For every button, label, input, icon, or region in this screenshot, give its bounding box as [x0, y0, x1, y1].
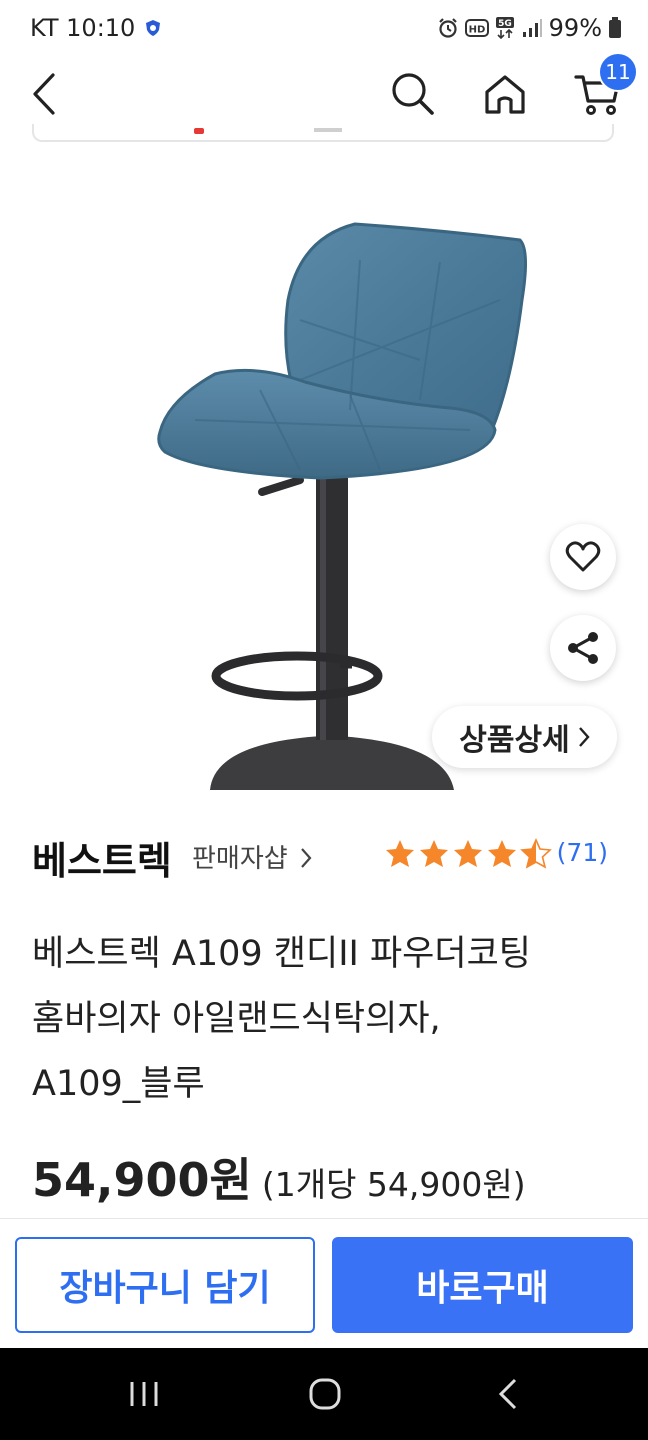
banner-strip-red [194, 128, 204, 134]
chevron-right-icon [301, 848, 312, 868]
banner-strip [32, 124, 614, 142]
cart-count-badge: 11 [598, 52, 638, 92]
battery-icon [609, 17, 621, 38]
bottom-action-bar: 장바구니 담기 바로구매 [0, 1218, 648, 1349]
5g-icon: 5G [495, 17, 514, 40]
wishlist-button[interactable] [550, 524, 616, 590]
share-button[interactable] [550, 615, 616, 681]
chevron-right-icon [578, 727, 590, 747]
back-icon [33, 73, 55, 115]
brand-name[interactable]: 베스트렉 [32, 830, 172, 885]
star-icon [454, 840, 482, 867]
home-circle-icon [309, 1378, 341, 1410]
battery-percent: 99% [548, 14, 602, 42]
status-bar: KT 10:10 HD 5G 99% [0, 0, 648, 58]
status-left: KT 10:10 [30, 14, 161, 42]
review-count[interactable]: (71) [557, 838, 608, 867]
shield-icon [146, 20, 161, 36]
product-image[interactable] [0, 142, 648, 790]
seller-shop-label: 판매자샵 [192, 844, 288, 874]
home-button[interactable] [473, 62, 537, 126]
bar-stool-image [157, 222, 527, 790]
recent-apps-button[interactable] [114, 1368, 174, 1420]
seller-row: 베스트렉 판매자샵 (71) [32, 826, 616, 885]
home-icon [485, 75, 525, 114]
back-arrow-icon [498, 1378, 517, 1410]
add-to-cart-button[interactable]: 장바구니 담기 [15, 1237, 315, 1333]
price-row: 54,900원 (1개당 54,900원) [32, 1144, 526, 1210]
share-icon [568, 632, 598, 664]
half-star-icon [520, 838, 552, 869]
buy-now-button[interactable]: 바로구매 [332, 1237, 633, 1333]
product-price: 54,900원 [32, 1153, 252, 1207]
banner-strip-gray [314, 128, 342, 132]
product-title: 베스트렉 A109 캔디II 파우더코팅 홈바의자 아일랜드식탁의자, A109… [32, 934, 531, 1104]
recent-apps-icon [130, 1382, 158, 1406]
system-nav-bar [0, 1348, 648, 1440]
rating-stars[interactable] [384, 838, 552, 870]
product-detail-button[interactable]: 상품상세 [432, 706, 617, 768]
search-button[interactable] [381, 62, 445, 126]
star-icon [488, 840, 516, 867]
svg-text:5G: 5G [498, 19, 512, 29]
star-icon [386, 840, 414, 867]
signal-icon [522, 19, 542, 37]
unit-price: (1개당 54,900원) [261, 1165, 526, 1204]
seller-shop-link[interactable]: 판매자샵 [192, 838, 312, 875]
search-icon [392, 73, 434, 115]
svg-text:HD: HD [468, 25, 485, 36]
status-right: HD 5G 99% [437, 14, 622, 42]
system-back-button[interactable] [478, 1368, 538, 1420]
top-header [0, 58, 648, 130]
star-icon [420, 840, 448, 867]
back-button[interactable] [12, 62, 76, 126]
heart-icon [565, 541, 601, 572]
carrier-time: KT 10:10 [30, 14, 136, 42]
product-detail-label: 상품상세 [459, 723, 570, 758]
alarm-icon [438, 18, 457, 38]
system-home-button[interactable] [295, 1368, 355, 1420]
hd-icon: HD [464, 19, 489, 37]
